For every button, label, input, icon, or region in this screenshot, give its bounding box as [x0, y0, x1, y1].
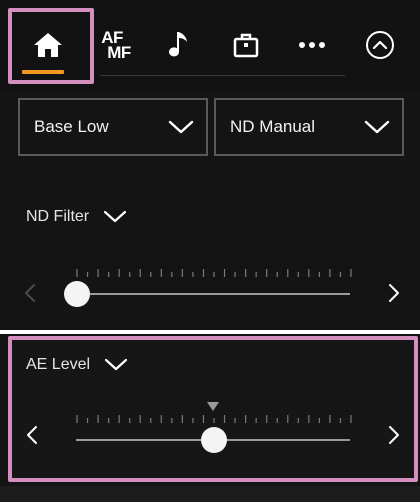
nd-filter-decrease-button[interactable] — [18, 278, 42, 308]
camera-body-icon — [233, 33, 259, 58]
chevron-down-icon — [168, 120, 194, 134]
collapse-button[interactable] — [350, 10, 410, 80]
base-sensitivity-value: Base Low — [34, 117, 109, 136]
ae-level-increase-button[interactable] — [382, 420, 406, 450]
nd-filter-label: ND Filter — [26, 208, 90, 225]
nd-mode-value: ND Manual — [230, 117, 316, 136]
nd-filter-knob[interactable] — [64, 281, 90, 307]
selected-tab-indicator — [22, 70, 64, 74]
af-mf-icon: AF MF — [101, 29, 131, 62]
camera-control-panel: AF MF Base Low ND Manual ND Filter AE Le… — [0, 0, 420, 502]
chevron-left-icon — [27, 426, 37, 444]
chevron-up-circle-icon — [366, 31, 394, 59]
ae-level-label: AE Level — [26, 356, 91, 373]
nd-filter-slider[interactable] — [0, 264, 420, 324]
tab-camera[interactable] — [216, 10, 276, 80]
base-sensitivity-dropdown[interactable]: Base Low — [18, 98, 208, 156]
chevron-down-icon — [104, 358, 128, 371]
chevron-right-icon — [389, 284, 399, 302]
chevron-left-icon — [25, 284, 35, 302]
default-position-marker-icon — [207, 402, 219, 411]
top-tab-bar: AF MF — [0, 0, 420, 92]
tab-more[interactable] — [282, 10, 342, 80]
ae-level-slider[interactable] — [0, 402, 420, 466]
chevron-down-icon — [364, 120, 390, 134]
ae-level-ticks — [76, 415, 352, 423]
chevron-right-icon — [389, 426, 399, 444]
ae-level-decrease-button[interactable] — [20, 420, 44, 450]
nd-mode-dropdown[interactable]: ND Manual — [214, 98, 404, 156]
more-dots-icon — [299, 42, 325, 48]
tab-af-mf[interactable]: AF MF — [86, 10, 146, 80]
section-gap — [0, 330, 420, 334]
home-icon — [34, 33, 62, 57]
tabbar-divider — [100, 75, 345, 76]
bottom-strip — [0, 486, 420, 502]
music-note-icon — [169, 32, 187, 57]
tab-audio[interactable] — [150, 10, 210, 80]
nd-filter-increase-button[interactable] — [382, 278, 406, 308]
nd-filter-ticks — [76, 269, 352, 277]
nd-filter-track — [76, 293, 350, 295]
mf-label: MF — [107, 43, 131, 62]
ae-level-knob[interactable] — [201, 427, 227, 453]
chevron-down-icon — [104, 210, 127, 223]
ae-level-label-row[interactable]: AE Level — [26, 356, 128, 374]
nd-filter-label-row[interactable]: ND Filter — [26, 208, 127, 226]
